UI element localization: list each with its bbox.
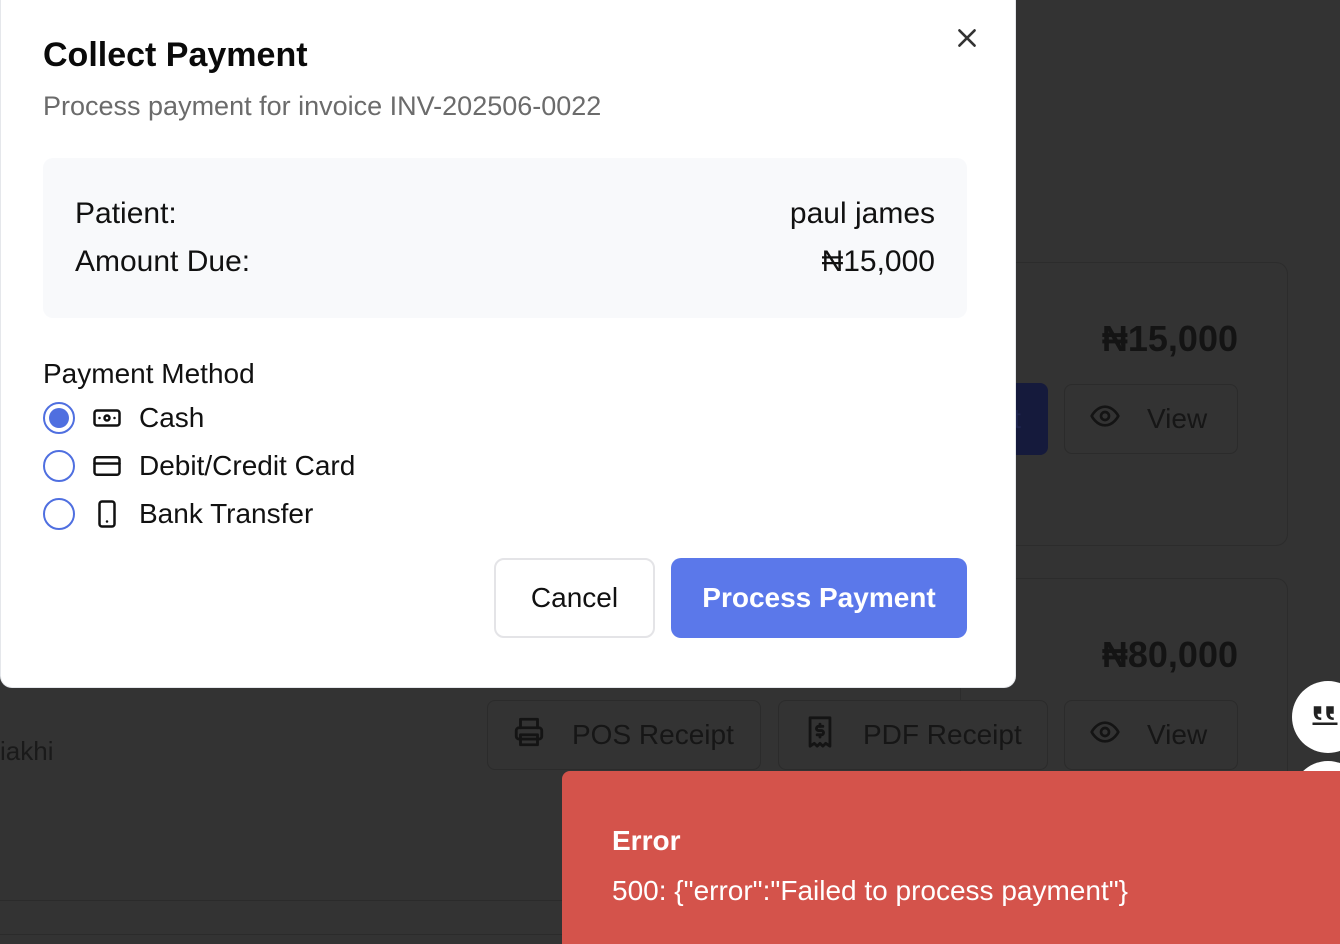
- patient-name-partial: iakhi: [0, 736, 54, 766]
- divider: [0, 900, 562, 901]
- pdf-receipt-label: PDF Receipt: [863, 719, 1022, 750]
- radio-selected-dot: [49, 408, 69, 428]
- view-label: View: [1147, 719, 1208, 750]
- amount-due-value: ₦15,000: [821, 245, 935, 278]
- payment-method-radio-group: Cash Debit/Credit Card Bank Transfer: [43, 394, 355, 538]
- payment-option-cash[interactable]: Cash: [43, 394, 355, 442]
- amount-due-row: Amount Due: ₦15,000: [75, 242, 935, 290]
- chat-fab[interactable]: [1292, 681, 1340, 753]
- divider: [0, 934, 562, 935]
- invoice-card-2-amount: ₦80,000: [1101, 634, 1238, 675]
- radio-button[interactable]: [43, 450, 75, 482]
- pdf-receipt-button[interactable]: PDF Receipt: [778, 700, 1048, 770]
- smartphone-icon: [91, 498, 123, 530]
- radio-button[interactable]: [43, 498, 75, 530]
- credit-card-icon: [91, 450, 123, 482]
- amount-due-label: Amount Due:: [75, 245, 251, 278]
- close-icon: [954, 25, 980, 56]
- process-payment-button[interactable]: Process Payment: [671, 558, 967, 638]
- dialog-subtitle: Process payment for invoice INV-202506-0…: [43, 91, 602, 121]
- payment-method-label: Payment Method: [43, 358, 255, 389]
- dialog-title: Collect Payment: [43, 36, 308, 74]
- cash-icon: [91, 402, 123, 434]
- collect-payment-dialog: Collect Payment Process payment for invo…: [0, 0, 1016, 688]
- eye-icon: [1089, 716, 1121, 755]
- pos-receipt-label: POS Receipt: [572, 719, 734, 750]
- view-label: View: [1147, 403, 1208, 434]
- radio-button[interactable]: [43, 402, 75, 434]
- option-label: Bank Transfer: [139, 498, 314, 529]
- patient-row: Patient: paul james: [75, 194, 935, 242]
- invoice-card-2-view-button[interactable]: View: [1064, 700, 1238, 770]
- cancel-button[interactable]: Cancel: [494, 558, 655, 638]
- invoice-summary: Patient: paul james Amount Due: ₦15,000: [43, 158, 967, 318]
- option-label: Cash: [139, 402, 205, 433]
- toast-message: 500: {"error":"Failed to process payment…: [612, 875, 1129, 906]
- payment-option-bank-transfer[interactable]: Bank Transfer: [43, 490, 355, 538]
- pos-receipt-button[interactable]: POS Receipt: [487, 700, 761, 770]
- close-button[interactable]: [949, 22, 985, 58]
- invoice-card-1-amount: ₦15,000: [1101, 318, 1238, 359]
- printer-icon: [512, 715, 546, 756]
- option-label: Debit/Credit Card: [139, 450, 356, 481]
- patient-value: paul james: [789, 197, 935, 230]
- payment-option-card[interactable]: Debit/Credit Card: [43, 442, 355, 490]
- receipt-icon: [803, 715, 837, 756]
- patient-label: Patient:: [75, 197, 177, 230]
- error-toast: Error 500: {"error":"Failed to process p…: [562, 771, 1340, 944]
- eye-icon: [1089, 400, 1121, 439]
- invoice-card-1-view-button[interactable]: View: [1064, 384, 1238, 454]
- quote-icon: [1310, 700, 1340, 735]
- toast-title: Error: [612, 825, 681, 856]
